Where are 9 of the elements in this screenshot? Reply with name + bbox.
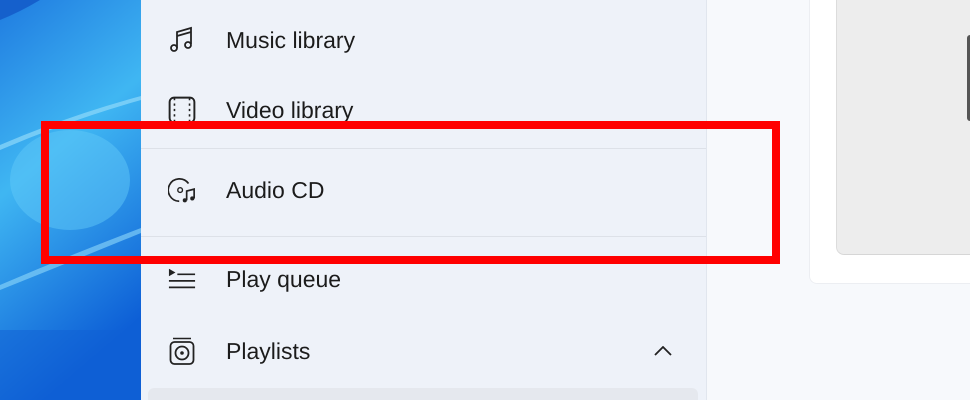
film-icon: [168, 96, 196, 124]
nav-item[interactable]: Playlists: [141, 316, 706, 386]
nav-item[interactable]: Play queue: [141, 236, 706, 316]
nav-item[interactable]: Audio CD: [141, 148, 706, 233]
playlist-icon: [168, 337, 196, 366]
nav-item[interactable]: Video library: [141, 75, 706, 145]
chevron-up-icon[interactable]: [654, 346, 672, 356]
disc-music-icon: [168, 176, 196, 205]
nav-item[interactable]: Music library: [141, 5, 706, 75]
